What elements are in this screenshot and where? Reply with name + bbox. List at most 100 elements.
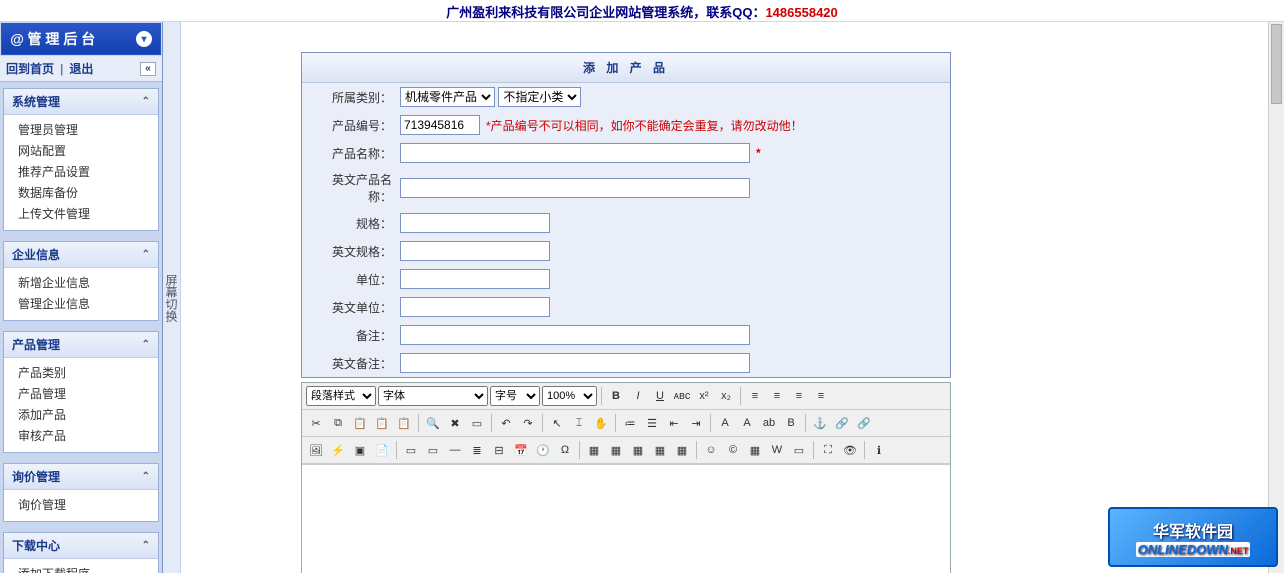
group-header-inquiry[interactable]: 询价管理⌃ [4, 464, 158, 490]
sidebar-item[interactable]: 新增企业信息 [18, 272, 152, 293]
fieldset-icon[interactable]: ▭ [401, 440, 421, 460]
unordered-list-icon[interactable]: ☰ [642, 413, 662, 433]
collapse-icon[interactable]: « [140, 62, 156, 76]
link-icon[interactable]: 🔗 [832, 413, 852, 433]
remove-format-icon[interactable]: ✖ [445, 413, 465, 433]
sidebar-item[interactable]: 产品管理 [18, 383, 152, 404]
sidebar-item[interactable]: 添加产品 [18, 404, 152, 425]
row-insert-icon[interactable]: ▦ [650, 440, 670, 460]
group-header-company[interactable]: 企业信息⌃ [4, 242, 158, 268]
symbol-icon[interactable]: © [723, 440, 743, 460]
spec-input[interactable] [400, 213, 550, 233]
table-props-icon[interactable]: ▦ [606, 440, 626, 460]
hand-icon[interactable]: ✋ [591, 413, 611, 433]
unlink-icon[interactable]: 🔗 [854, 413, 874, 433]
word-icon[interactable]: W [767, 440, 787, 460]
scroll-thumb[interactable] [1271, 24, 1282, 104]
align-center-icon[interactable]: ≡ [767, 386, 787, 406]
flash-icon[interactable]: ⚡ [328, 440, 348, 460]
subscript-icon[interactable]: x₂ [716, 386, 736, 406]
sidebar-item[interactable]: 审核产品 [18, 425, 152, 446]
media-icon[interactable]: ▣ [350, 440, 370, 460]
align-right-icon[interactable]: ≡ [789, 386, 809, 406]
strike-icon[interactable]: ᴀʙᴄ [672, 386, 692, 406]
col-insert-icon[interactable]: ▦ [672, 440, 692, 460]
editor-content-area[interactable] [302, 464, 950, 573]
remark-en-input[interactable] [400, 353, 750, 373]
preview-icon[interactable]: 👁 [840, 440, 860, 460]
image-icon[interactable]: 🖼 [306, 440, 326, 460]
text-color-icon[interactable]: A [715, 413, 735, 433]
paste-text-icon[interactable]: 📋 [372, 413, 392, 433]
category-sub-select[interactable]: 不指定小类 [498, 87, 581, 107]
spec-en-input[interactable] [400, 241, 550, 261]
excel-icon[interactable]: ▦ [745, 440, 765, 460]
sidebar-item[interactable]: 推荐产品设置 [18, 161, 152, 182]
sidebar-item[interactable]: 添加下载程序 [18, 563, 152, 573]
sidebar-item[interactable]: 数据库备份 [18, 182, 152, 203]
logout-link[interactable]: 退出 [69, 60, 93, 77]
bold-icon[interactable]: B [606, 386, 626, 406]
iframe-icon[interactable]: ▭ [423, 440, 443, 460]
underline-icon[interactable]: U [650, 386, 670, 406]
bg-color-icon[interactable]: A [737, 413, 757, 433]
highlight-icon[interactable]: ab [759, 413, 779, 433]
emoticon-icon[interactable]: ☺ [701, 440, 721, 460]
hr-icon[interactable]: — [445, 440, 465, 460]
pointer-icon[interactable]: ↖ [547, 413, 567, 433]
font-bg-icon[interactable]: B [781, 413, 801, 433]
group-header-product[interactable]: 产品管理⌃ [4, 332, 158, 358]
special-char-icon[interactable]: Ω [555, 440, 575, 460]
help-icon[interactable]: ℹ [869, 440, 889, 460]
ordered-list-icon[interactable]: ≔ [620, 413, 640, 433]
file-icon[interactable]: 📄 [372, 440, 392, 460]
category-main-select[interactable]: 机械零件产品 [400, 87, 495, 107]
zoom-select[interactable]: 100% [542, 386, 597, 406]
cursor-icon[interactable]: ⌶ [569, 413, 589, 433]
font-family-select[interactable]: 字体 [378, 386, 488, 406]
outdent-icon[interactable]: ⇤ [664, 413, 684, 433]
product-name-input[interactable] [400, 143, 750, 163]
date-icon[interactable]: 📅 [511, 440, 531, 460]
paste-word-icon[interactable]: 📋 [394, 413, 414, 433]
sidebar-item[interactable]: 管理企业信息 [18, 293, 152, 314]
sidebar-item[interactable]: 管理员管理 [18, 119, 152, 140]
group-header-download[interactable]: 下载中心⌃ [4, 533, 158, 559]
italic-icon[interactable]: I [628, 386, 648, 406]
select-all-icon[interactable]: ▭ [467, 413, 487, 433]
product-code-input[interactable] [400, 115, 480, 135]
copy-icon[interactable]: ⧉ [328, 413, 348, 433]
font-size-select[interactable]: 字号 [490, 386, 540, 406]
fullscreen-icon[interactable]: ⛶ [818, 440, 838, 460]
cell-props-icon[interactable]: ▦ [628, 440, 648, 460]
home-link[interactable]: 回到首页 [6, 60, 54, 77]
align-left-icon[interactable]: ≡ [745, 386, 765, 406]
remark-input[interactable] [400, 325, 750, 345]
undo-icon[interactable]: ↶ [496, 413, 516, 433]
scrollbar[interactable] [1268, 22, 1284, 573]
sidebar-item[interactable]: 网站配置 [18, 140, 152, 161]
paste-icon[interactable]: 📋 [350, 413, 370, 433]
cut-icon[interactable]: ✂ [306, 413, 326, 433]
redo-icon[interactable]: ↷ [518, 413, 538, 433]
align-justify-icon[interactable]: ≡ [811, 386, 831, 406]
pagebreak-icon[interactable]: ⊟ [489, 440, 509, 460]
sidebar-item[interactable]: 产品类别 [18, 362, 152, 383]
marquee-icon[interactable]: ≣ [467, 440, 487, 460]
superscript-icon[interactable]: x² [694, 386, 714, 406]
time-icon[interactable]: 🕐 [533, 440, 553, 460]
screen-switch-tab[interactable]: 屏幕切换 [163, 22, 181, 573]
sidebar-item[interactable]: 询价管理 [18, 494, 152, 515]
unit-en-input[interactable] [400, 297, 550, 317]
indent-icon[interactable]: ⇥ [686, 413, 706, 433]
paragraph-style-select[interactable]: 段落样式 [306, 386, 376, 406]
chevron-down-icon[interactable]: ▾ [136, 31, 152, 47]
sidebar-item[interactable]: 上传文件管理 [18, 203, 152, 224]
group-header-system[interactable]: 系统管理⌃ [4, 89, 158, 115]
anchor-icon[interactable]: ⚓ [810, 413, 830, 433]
product-name-en-input[interactable] [400, 178, 750, 198]
find-icon[interactable]: 🔍 [423, 413, 443, 433]
table-icon[interactable]: ▦ [584, 440, 604, 460]
template-icon[interactable]: ▭ [789, 440, 809, 460]
unit-input[interactable] [400, 269, 550, 289]
